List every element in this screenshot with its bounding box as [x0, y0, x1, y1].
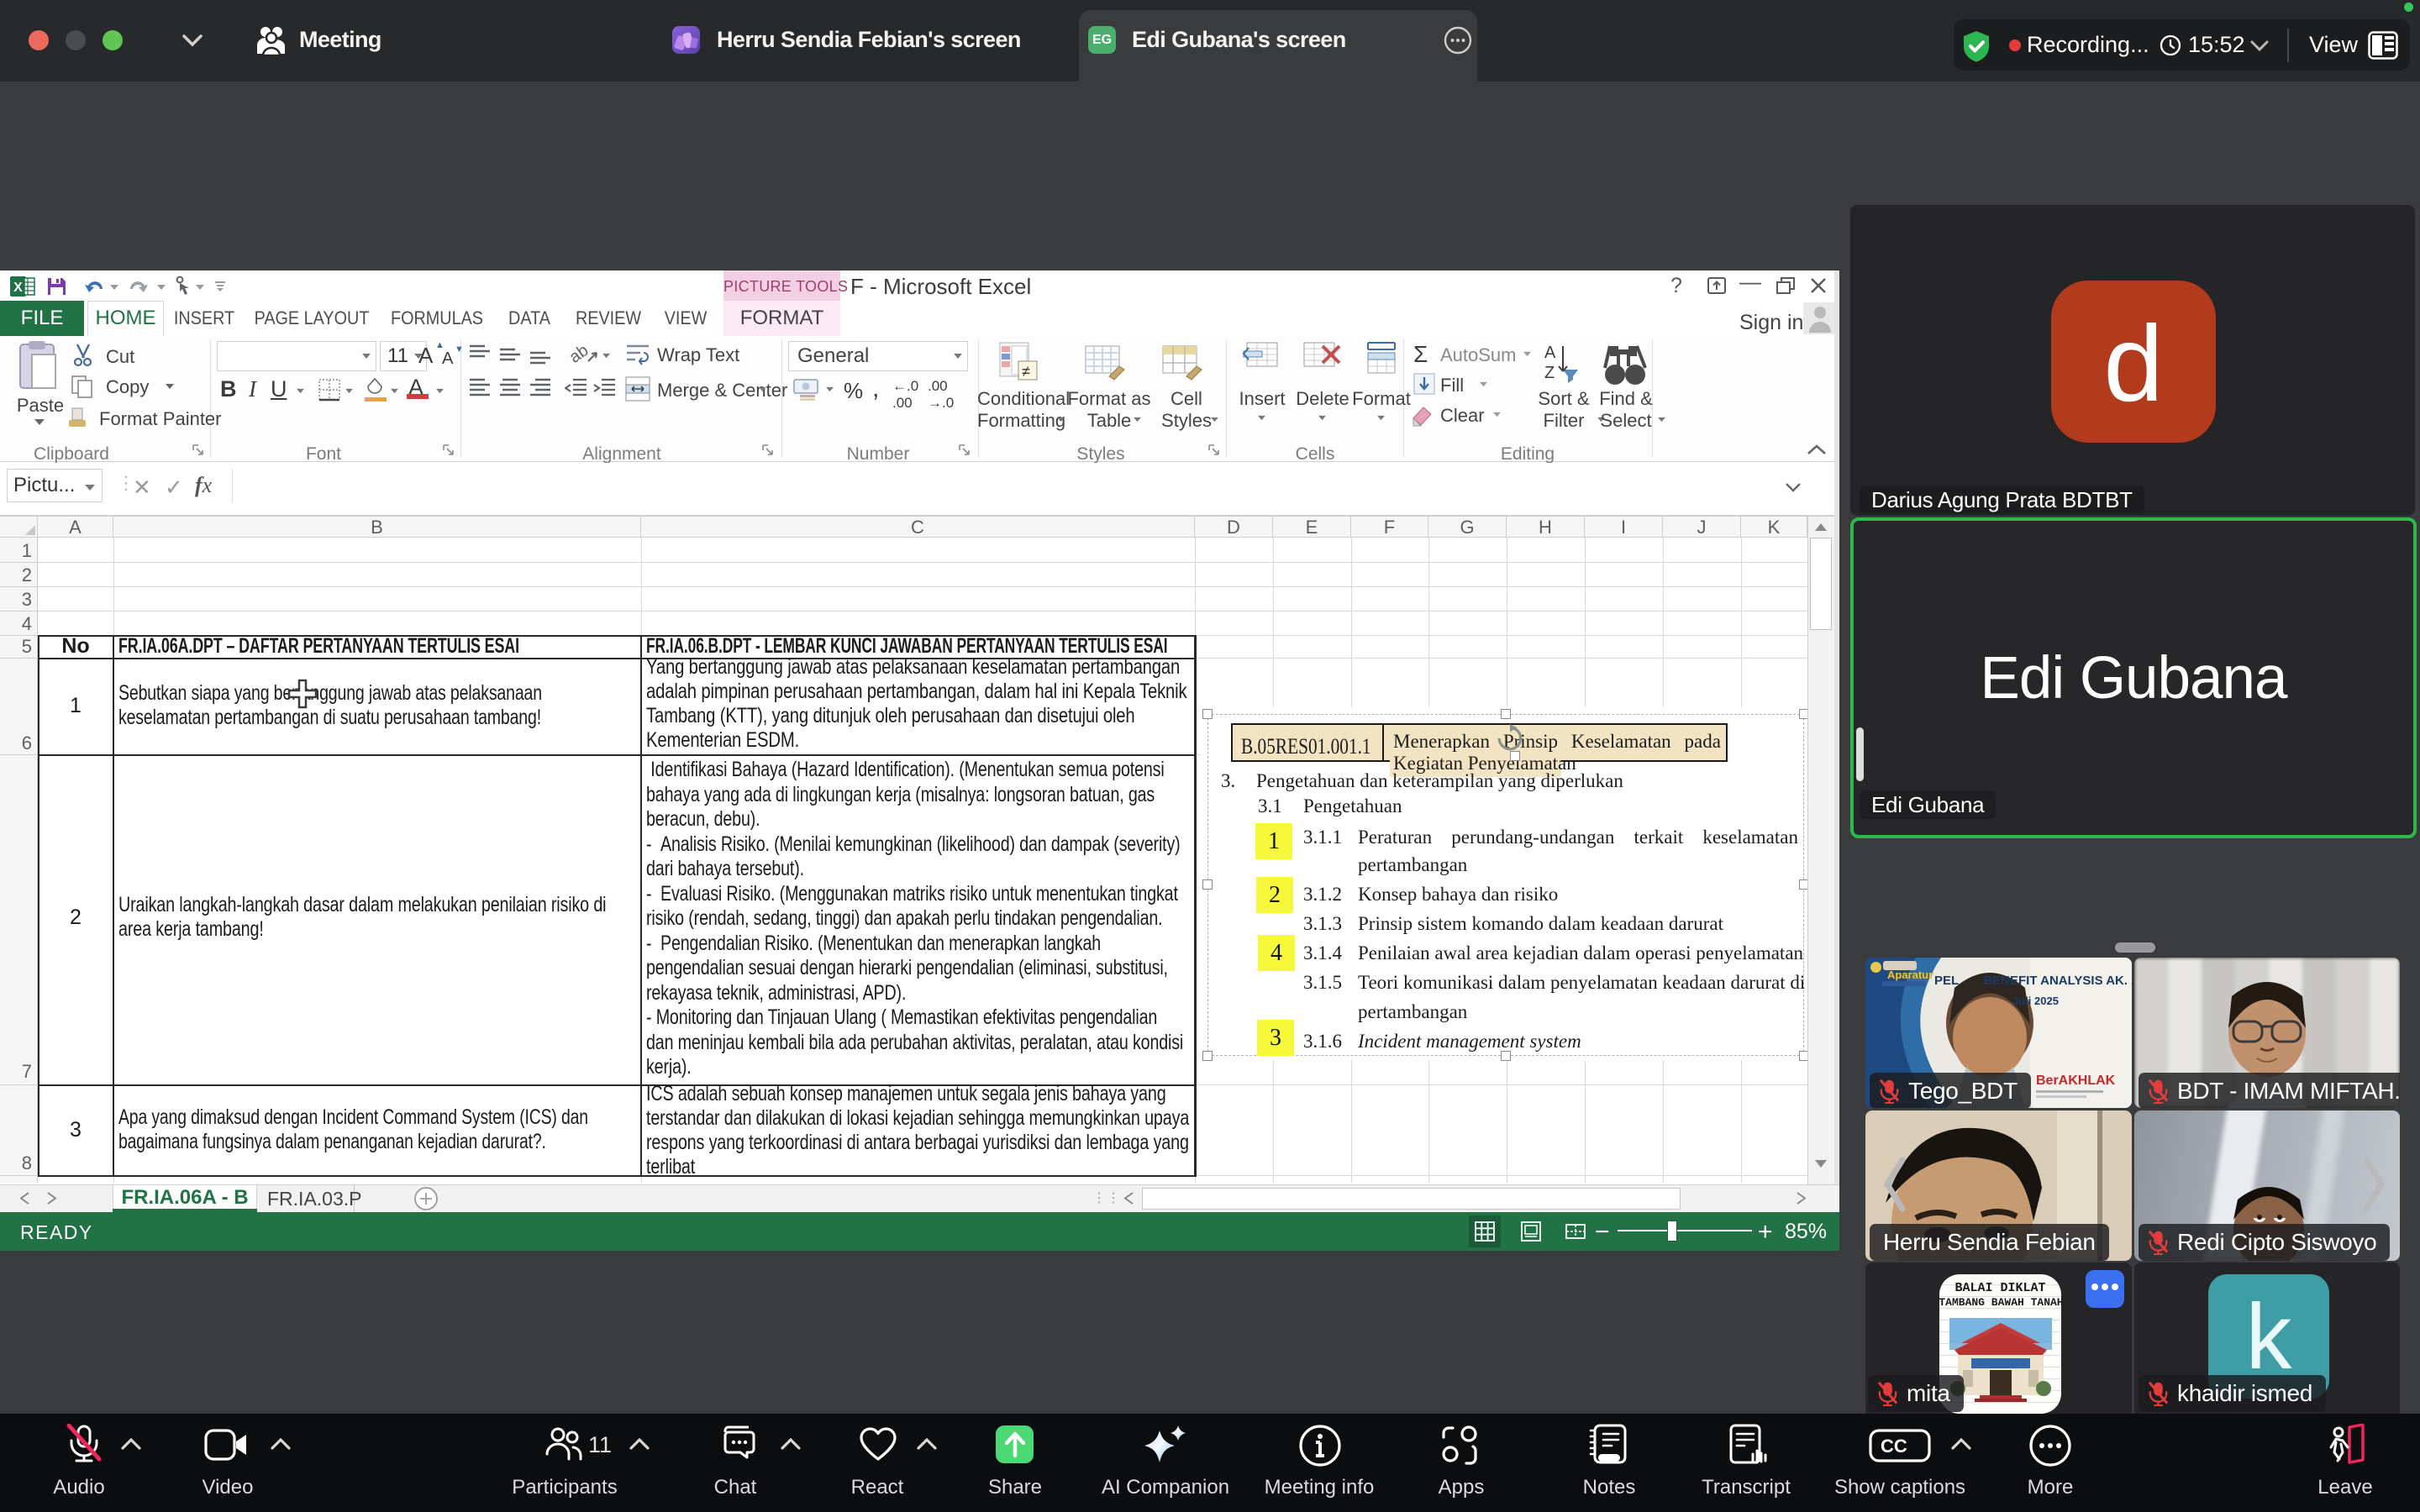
svg-text:ab: ab [570, 341, 592, 367]
svg-text:X: X [13, 281, 23, 295]
svg-text:CC: CC [1881, 1436, 1907, 1457]
svg-text:A: A [1544, 344, 1556, 362]
svg-text:≠: ≠ [1022, 363, 1030, 380]
svg-text:Z: Z [1544, 364, 1555, 382]
